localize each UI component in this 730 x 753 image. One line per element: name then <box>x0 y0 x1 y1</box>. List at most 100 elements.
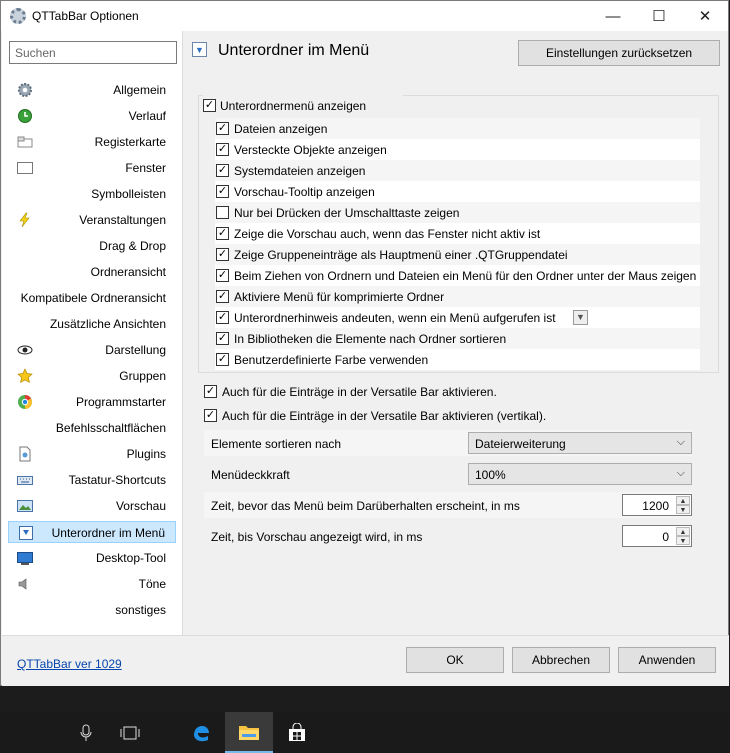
subfolder-options-group: ✓ Unterordnermenü anzeigen ✓ Dateien anze… <box>198 95 719 373</box>
opacity-dropdown[interactable]: 100% ⌵ <box>468 463 692 485</box>
hover-delay-label: Zeit, bevor das Menü beim Darüberhalten … <box>211 499 520 513</box>
microphone-icon[interactable] <box>62 712 110 753</box>
sidebar-item-label: Unterordner im Menü <box>51 526 165 540</box>
spin-down-icon[interactable]: ▼ <box>676 536 690 545</box>
sidebar-item-label: Gruppen <box>119 369 166 383</box>
sidebar-item-ordneransicht[interactable]: Ordneransicht <box>8 261 176 283</box>
sidebar-item-label: Töne <box>138 577 166 591</box>
option-row[interactable]: ✓ Zeige Gruppeneinträge als Hauptmenü ein… <box>215 244 700 265</box>
checkbox-label: Unterordnermenü anzeigen <box>220 99 367 113</box>
speaker-icon <box>17 576 33 592</box>
sidebar-item-kompatibele-ordneransicht[interactable]: Kompatibele Ordneransicht <box>8 287 176 309</box>
checkbox-label: Systemdateien anzeigen <box>234 164 366 178</box>
option-row[interactable]: ✓ In Bibliotheken die Elemente nach Ordne… <box>215 328 700 349</box>
sidebar-item-tastatur-shortcuts[interactable]: Tastatur-Shortcuts <box>8 469 176 491</box>
checkbox[interactable]: ✓ <box>204 409 217 422</box>
option-row[interactable]: ✓ Benutzerdefinierte Farbe verwenden <box>215 349 700 370</box>
versatile-bar-checkbox[interactable]: ✓ Auch für die Einträge in der Versatile… <box>204 381 604 402</box>
checkbox[interactable]: ✓ <box>216 227 229 240</box>
preview-delay-stepper[interactable]: 0 ▲ ▼ <box>622 525 692 547</box>
sidebar-item-gruppen[interactable]: Gruppen <box>8 365 176 387</box>
option-row[interactable]: ✓ Zeige die Vorschau auch, wenn das Fenst… <box>215 223 700 244</box>
option-row[interactable]: ✓ Beim Ziehen von Ordnern und Dateien ein… <box>215 265 700 286</box>
sidebar-item-toene[interactable]: Töne <box>8 573 176 595</box>
checkbox-label: In Bibliotheken die Elemente nach Ordner… <box>234 332 507 346</box>
preview-icon <box>17 498 33 514</box>
desktop-icon <box>17 550 33 566</box>
sidebar-item-drag-drop[interactable]: Drag & Drop <box>8 235 176 257</box>
sidebar-item-allgemein[interactable]: Allgemein <box>8 79 176 101</box>
checkbox[interactable]: ✓ <box>216 332 229 345</box>
chevron-down-icon: ⌵ <box>676 467 685 479</box>
close-button[interactable]: ✕ <box>682 1 728 31</box>
option-row[interactable]: ✓ Systemdateien anzeigen <box>215 160 700 181</box>
checkbox[interactable]: ✓ <box>216 185 229 198</box>
checkbox[interactable]: ✓ <box>216 290 229 303</box>
sidebar-item-label: Verlauf <box>128 109 166 123</box>
checkbox[interactable]: ✓ <box>216 353 229 366</box>
explorer-icon[interactable] <box>225 712 273 753</box>
option-row[interactable]: ✓ Aktiviere Menü für komprimierte Ordner <box>215 286 700 307</box>
star-icon <box>17 368 33 384</box>
show-subfolder-menu-checkbox[interactable]: ✓ Unterordnermenü anzeigen <box>203 95 403 116</box>
sidebar-item-programmstarter[interactable]: Programmstarter <box>8 391 176 413</box>
sidebar-item-plugins[interactable]: Plugins <box>8 443 176 465</box>
checkbox[interactable]: ✓ <box>216 311 229 324</box>
minimize-button[interactable]: — <box>590 1 636 31</box>
checkbox-label: Versteckte Objekte anzeigen <box>234 143 387 157</box>
option-row[interactable]: Nur bei Drücken der Umschalttaste zeigen <box>215 202 700 223</box>
sidebar-item-symbolleisten[interactable]: Symbolleisten <box>8 183 176 205</box>
window-icon <box>17 160 33 176</box>
sidebar-item-darstellung[interactable]: Darstellung <box>8 339 176 361</box>
checkbox[interactable]: ✓ <box>216 143 229 156</box>
sidebar-item-befehlsschaltflaechen[interactable]: Befehlsschaltflächen <box>8 417 176 439</box>
sidebar-item-verlauf[interactable]: Verlauf <box>8 105 176 127</box>
checkbox-label: Zeige Gruppeneinträge als Hauptmenü eine… <box>234 248 568 262</box>
maximize-button[interactable]: ☐ <box>636 1 682 31</box>
spin-up-icon[interactable]: ▲ <box>676 527 690 536</box>
preview-delay-row: Zeit, bis Vorschau angezeigt wird, in ms… <box>204 523 692 549</box>
checkbox[interactable]: ✓ <box>204 385 217 398</box>
reset-settings-button[interactable]: Einstellungen zurücksetzen <box>518 40 720 66</box>
checkbox[interactable]: ✓ <box>216 269 229 282</box>
sidebar-item-unterordner-im-menue[interactable]: Unterordner im Menü <box>8 521 176 543</box>
ok-button[interactable]: OK <box>406 647 504 673</box>
option-row[interactable]: ✓ Unterordnerhinweis andeuten, wenn ein M… <box>215 307 700 328</box>
checkbox[interactable]: ✓ <box>216 122 229 135</box>
search-input[interactable] <box>9 41 177 64</box>
sidebar-item-vorschau[interactable]: Vorschau <box>8 495 176 517</box>
cancel-button[interactable]: Abbrechen <box>512 647 610 673</box>
down-arrow-icon: ▼ <box>573 310 588 325</box>
taskbar <box>0 712 730 753</box>
checkbox[interactable]: ✓ <box>216 248 229 261</box>
spin-down-icon[interactable]: ▼ <box>676 505 690 514</box>
sidebar-item-label: Befehlsschaltflächen <box>55 421 166 435</box>
lightning-icon <box>17 212 33 228</box>
sidebar-item-veranstaltungen[interactable]: Veranstaltungen <box>8 209 176 231</box>
store-icon[interactable] <box>273 712 321 753</box>
option-row[interactable]: ✓ Versteckte Objekte anzeigen <box>215 139 700 160</box>
apply-button[interactable]: Anwenden <box>618 647 716 673</box>
preview-delay-label: Zeit, bis Vorschau angezeigt wird, in ms <box>211 530 423 544</box>
option-row[interactable]: ✓ Vorschau-Tooltip anzeigen <box>215 181 700 202</box>
spin-up-icon[interactable]: ▲ <box>676 496 690 505</box>
hover-delay-stepper[interactable]: 1200 ▲ ▼ <box>622 494 692 516</box>
version-link[interactable]: QTTabBar ver 1029 <box>17 657 122 671</box>
sidebar-item-label: Allgemein <box>113 83 166 97</box>
chevron-down-icon: ⌵ <box>676 436 685 448</box>
checkbox[interactable]: ✓ <box>216 164 229 177</box>
sidebar-item-fenster[interactable]: Fenster <box>8 157 176 179</box>
sort-dropdown[interactable]: Dateierweiterung ⌵ <box>468 432 692 454</box>
eye-icon <box>17 342 33 358</box>
checkbox[interactable]: ✓ <box>203 99 216 112</box>
sidebar-item-desktop-tool[interactable]: Desktop-Tool <box>8 547 176 569</box>
checkbox[interactable] <box>216 206 229 219</box>
versatile-bar-vertical-checkbox[interactable]: ✓ Auch für die Einträge in der Versatile… <box>204 405 604 426</box>
sidebar-item-registerkarte[interactable]: Registerkarte <box>8 131 176 153</box>
sidebar-item-zusaetzliche-ansichten[interactable]: Zusätzliche Ansichten <box>8 313 176 335</box>
checkbox-label: Dateien anzeigen <box>234 122 328 136</box>
sidebar-item-sonstiges[interactable]: sonstiges <box>8 599 176 621</box>
task-view-icon[interactable] <box>106 712 154 753</box>
option-row[interactable]: ✓ Dateien anzeigen <box>215 118 700 139</box>
edge-icon[interactable] <box>177 712 225 753</box>
